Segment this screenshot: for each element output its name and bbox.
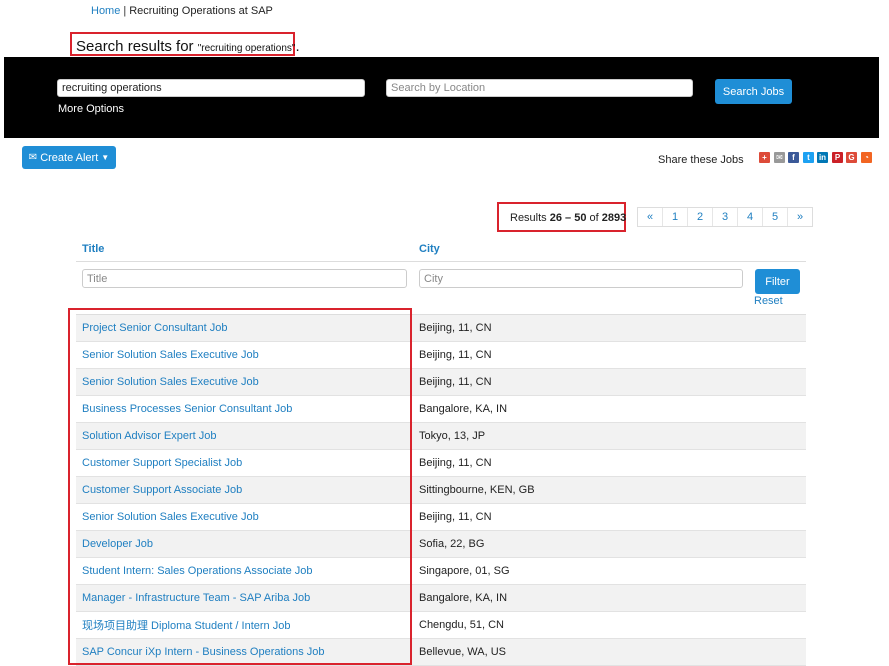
pagination-next[interactable]: » — [787, 208, 812, 226]
column-header-title[interactable]: Title — [82, 243, 104, 255]
job-city: Bangalore, KA, IN — [419, 403, 508, 415]
city-filter-input[interactable] — [419, 269, 743, 288]
pagination-page-5[interactable]: 5 — [762, 208, 787, 226]
caret-down-icon: ▼ — [101, 153, 110, 162]
rss-icon[interactable]: ◔ — [861, 152, 872, 163]
results-prefix: Results — [510, 212, 550, 224]
location-search-input[interactable] — [386, 79, 693, 97]
job-city: Singapore, 01, SG — [419, 565, 510, 577]
breadcrumb-home-link[interactable]: Home — [91, 5, 120, 17]
column-header-city[interactable]: City — [419, 243, 440, 255]
breadcrumb-current: Recruiting Operations at SAP — [129, 5, 273, 17]
envelope-icon: ✉ — [28, 152, 38, 163]
twitter-icon[interactable]: t — [803, 152, 814, 163]
pagination-prev[interactable]: « — [638, 208, 662, 226]
job-city: Bellevue, WA, US — [419, 646, 507, 658]
job-city: Beijing, 11, CN — [419, 457, 492, 469]
title-filter-input[interactable] — [82, 269, 407, 288]
pagination-page-1[interactable]: 1 — [662, 208, 687, 226]
facebook-icon[interactable]: f — [788, 152, 799, 163]
job-city: Chengdu, 51, CN — [419, 619, 504, 631]
breadcrumb: Home | Recruiting Operations at SAP — [91, 5, 273, 17]
linkedin-icon[interactable]: in — [817, 152, 828, 163]
page-title-suffix: . — [295, 38, 300, 55]
job-city: Beijing, 11, CN — [419, 376, 492, 388]
pagination: « 1 2 3 4 5 » — [637, 207, 813, 227]
pagination-page-3[interactable]: 3 — [712, 208, 737, 226]
job-city: Sofia, 22, BG — [419, 538, 485, 550]
create-alert-label: Create Alert — [40, 151, 99, 164]
job-titles-highlight — [68, 308, 412, 665]
job-city: Sittingbourne, KEN, GB — [419, 484, 535, 496]
results-total: 2893 — [601, 212, 627, 224]
results-count: Results 26 – 50 of 2893 — [510, 212, 626, 224]
reset-link[interactable]: Reset — [754, 295, 783, 307]
page-title-prefix: Search results for — [76, 38, 198, 55]
job-city: Beijing, 11, CN — [419, 349, 492, 361]
pagination-page-4[interactable]: 4 — [737, 208, 762, 226]
create-alert-button[interactable]: ✉ Create Alert ▼ — [22, 146, 116, 169]
pagination-page-2[interactable]: 2 — [687, 208, 712, 226]
search-jobs-button[interactable]: Search Jobs — [715, 79, 792, 104]
header-divider — [76, 261, 806, 262]
results-of: of — [586, 212, 602, 224]
breadcrumb-separator: | — [123, 5, 127, 17]
more-options-link[interactable]: More Options — [58, 103, 124, 115]
job-city: Bangalore, KA, IN — [419, 592, 508, 604]
filter-button[interactable]: Filter — [755, 269, 800, 294]
email-icon[interactable]: ✉ — [774, 152, 785, 163]
job-city: Tokyo, 13, JP — [419, 430, 486, 442]
results-range: 26 – 50 — [549, 212, 587, 224]
google-icon[interactable]: G — [846, 152, 857, 163]
keyword-search-input[interactable] — [57, 79, 365, 97]
pinterest-icon[interactable]: P — [832, 152, 843, 163]
google-plus-icon[interactable]: + — [759, 152, 770, 163]
job-city: Beijing, 11, CN — [419, 511, 492, 523]
page-title-query: "recruiting operations" — [197, 43, 296, 54]
share-label: Share these Jobs — [658, 154, 744, 166]
job-city: Beijing, 11, CN — [419, 322, 492, 334]
page-title: Search results for "recruiting operation… — [76, 38, 300, 55]
